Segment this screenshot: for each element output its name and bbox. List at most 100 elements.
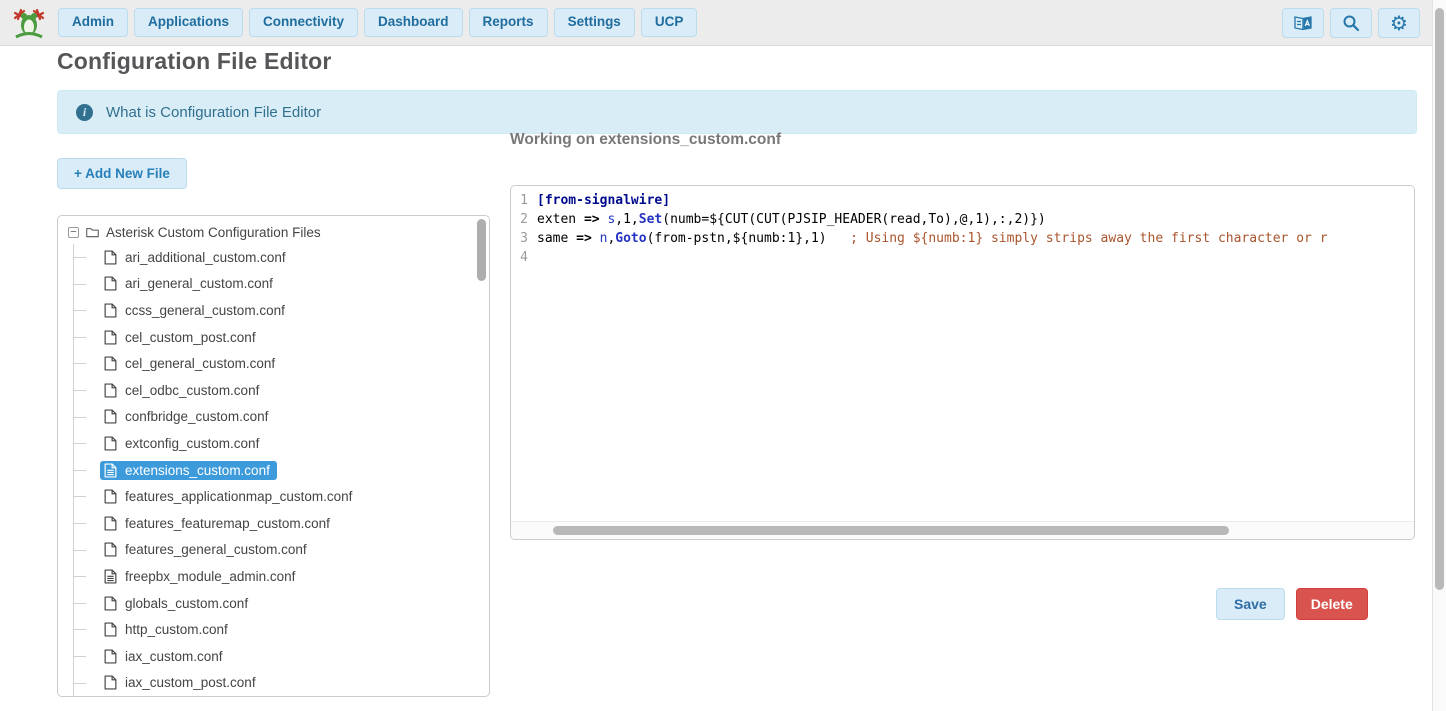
- nav-settings[interactable]: Settings: [554, 8, 635, 37]
- line-code: same => n,Goto(from-pstn,${numb:1},1) ; …: [537, 229, 1328, 248]
- tree-file-node[interactable]: features_general_custom.conf: [100, 540, 314, 559]
- nav-admin[interactable]: Admin: [58, 8, 128, 37]
- nav-reports[interactable]: Reports: [469, 8, 548, 37]
- code-line: 2 exten => s,1,Set(numb=${CUT(CUT(PJSIP_…: [511, 210, 1414, 229]
- tree-file-node[interactable]: http_custom.conf: [100, 620, 235, 639]
- tree-file-node[interactable]: confbridge_custom.conf: [100, 407, 275, 426]
- code-segment: [592, 231, 600, 246]
- file-icon: [104, 649, 117, 664]
- tree-file-node[interactable]: ari_additional_custom.conf: [100, 248, 293, 267]
- nav-applications[interactable]: Applications: [134, 8, 243, 37]
- tree-file-node[interactable]: cel_odbc_custom.conf: [100, 381, 266, 400]
- tree-file-node[interactable]: cel_custom_post.conf: [100, 328, 263, 347]
- file-icon: [104, 675, 117, 690]
- tree-file-node[interactable]: globals_custom.conf: [100, 594, 255, 613]
- code-line: 4: [511, 248, 1414, 267]
- code-segment: =>: [576, 231, 592, 246]
- code-segment: Set: [639, 212, 662, 227]
- file-label: cel_general_custom.conf: [125, 356, 275, 371]
- file-icon: [104, 569, 117, 584]
- editor-horizontal-scrollbar-thumb[interactable]: [553, 526, 1229, 535]
- code-segment: exten: [537, 212, 584, 227]
- file-icon: [104, 276, 117, 291]
- code-segment: same: [537, 231, 576, 246]
- working-on-heading: Working on extensions_custom.conf: [510, 131, 781, 149]
- tree-file-node[interactable]: features_applicationmap_custom.conf: [100, 487, 359, 506]
- code-segment: [from-signalwire]: [537, 193, 670, 208]
- tree-file-node[interactable]: ccss_general_custom.conf: [100, 301, 292, 320]
- collapse-toggle-icon[interactable]: −: [68, 227, 79, 238]
- file-label: cel_odbc_custom.conf: [125, 383, 259, 398]
- info-icon: i: [76, 104, 93, 121]
- line-code: [from-signalwire]: [537, 191, 670, 210]
- tree-file-list: ari_additional_custom.conf ari_general_c…: [73, 244, 489, 697]
- tree-file-node[interactable]: freepbx_module_admin.conf: [100, 567, 302, 586]
- editor-actions: Save Delete: [1216, 588, 1368, 620]
- file-label: ccss_general_custom.conf: [125, 303, 285, 318]
- language-button[interactable]: [1282, 8, 1324, 38]
- nav-dashboard[interactable]: Dashboard: [364, 8, 463, 37]
- file-label: http_custom.conf: [125, 622, 228, 637]
- main-nav: Admin Applications Connectivity Dashboar…: [58, 8, 697, 37]
- file-icon: [104, 596, 117, 611]
- line-number: 1: [511, 191, 537, 210]
- tree-scrollbar-thumb[interactable]: [477, 219, 486, 281]
- freepbx-logo-icon[interactable]: [12, 6, 46, 40]
- code-segment: ,1,: [615, 212, 638, 227]
- gear-icon: ⚙: [1390, 13, 1408, 33]
- file-label: features_applicationmap_custom.conf: [125, 489, 352, 504]
- tree-root-node[interactable]: − Asterisk Custom Configuration Files: [68, 220, 489, 244]
- file-icon: [104, 622, 117, 637]
- settings-gear-button[interactable]: ⚙: [1378, 8, 1420, 38]
- save-button[interactable]: Save: [1216, 588, 1285, 620]
- nav-connectivity[interactable]: Connectivity: [249, 8, 358, 37]
- file-label: iax_custom_post.conf: [125, 675, 256, 690]
- tree-scrollbar[interactable]: [477, 219, 486, 693]
- file-icon: [104, 303, 117, 318]
- tree-file-node[interactable]: features_featuremap_custom.conf: [100, 514, 337, 533]
- file-label: ari_additional_custom.conf: [125, 250, 286, 265]
- tree-file-item: iax_general_custom.conf: [74, 696, 489, 697]
- add-new-file-button[interactable]: + Add New File: [57, 158, 187, 189]
- tree-file-item: cel_general_custom.conf: [74, 350, 489, 377]
- tree-file-node[interactable]: extensions_custom.conf: [100, 461, 277, 480]
- tree-file-item: ari_additional_custom.conf: [74, 244, 489, 271]
- folder-icon: [86, 225, 99, 240]
- tree-file-node[interactable]: extconfig_custom.conf: [100, 434, 266, 453]
- tree-file-node[interactable]: iax_custom_post.conf: [100, 673, 263, 692]
- tree-file-item: iax_custom.conf: [74, 643, 489, 670]
- tree-file-item: cel_odbc_custom.conf: [74, 377, 489, 404]
- tree-file-node[interactable]: ari_general_custom.conf: [100, 274, 280, 293]
- code-editor[interactable]: 1 [from-signalwire] 2 exten => s,1,Set(n…: [510, 185, 1415, 540]
- tree-file-item: ccss_general_custom.conf: [74, 297, 489, 324]
- editor-horizontal-scrollbar[interactable]: [511, 521, 1414, 539]
- line-number: 2: [511, 210, 537, 229]
- navbar-right-icons: ⚙: [1282, 8, 1420, 38]
- tree-file-item: iax_custom_post.conf: [74, 670, 489, 697]
- tree-file-node[interactable]: cel_general_custom.conf: [100, 354, 282, 373]
- file-icon: [104, 516, 117, 531]
- line-code: exten => s,1,Set(numb=${CUT(CUT(PJSIP_HE…: [537, 210, 1046, 229]
- file-icon: [104, 463, 117, 478]
- info-alert[interactable]: i What is Configuration File Editor: [57, 90, 1417, 134]
- page-scrollbar[interactable]: [1432, 0, 1446, 711]
- tree-file-item: extensions_custom.conf: [74, 457, 489, 484]
- file-icon: [104, 250, 117, 265]
- nav-ucp[interactable]: UCP: [641, 8, 698, 37]
- tree-file-node[interactable]: iax_custom.conf: [100, 647, 230, 666]
- file-icon: [104, 383, 117, 398]
- search-button[interactable]: [1330, 8, 1372, 38]
- top-navbar: Admin Applications Connectivity Dashboar…: [0, 0, 1446, 46]
- tree-root-label: Asterisk Custom Configuration Files: [106, 225, 321, 240]
- tree-file-item: features_general_custom.conf: [74, 537, 489, 564]
- code-segment: ; Using ${numb:1} simply strips away the…: [850, 231, 1327, 246]
- tree-file-item: http_custom.conf: [74, 616, 489, 643]
- file-label: extensions_custom.conf: [125, 463, 270, 478]
- file-label: features_general_custom.conf: [125, 542, 307, 557]
- tree-file-item: ari_general_custom.conf: [74, 271, 489, 298]
- delete-button[interactable]: Delete: [1296, 588, 1368, 620]
- tree-file-item: globals_custom.conf: [74, 590, 489, 617]
- code-lines: 1 [from-signalwire] 2 exten => s,1,Set(n…: [511, 186, 1414, 267]
- line-number: 4: [511, 248, 537, 267]
- page-scrollbar-thumb[interactable]: [1435, 8, 1444, 590]
